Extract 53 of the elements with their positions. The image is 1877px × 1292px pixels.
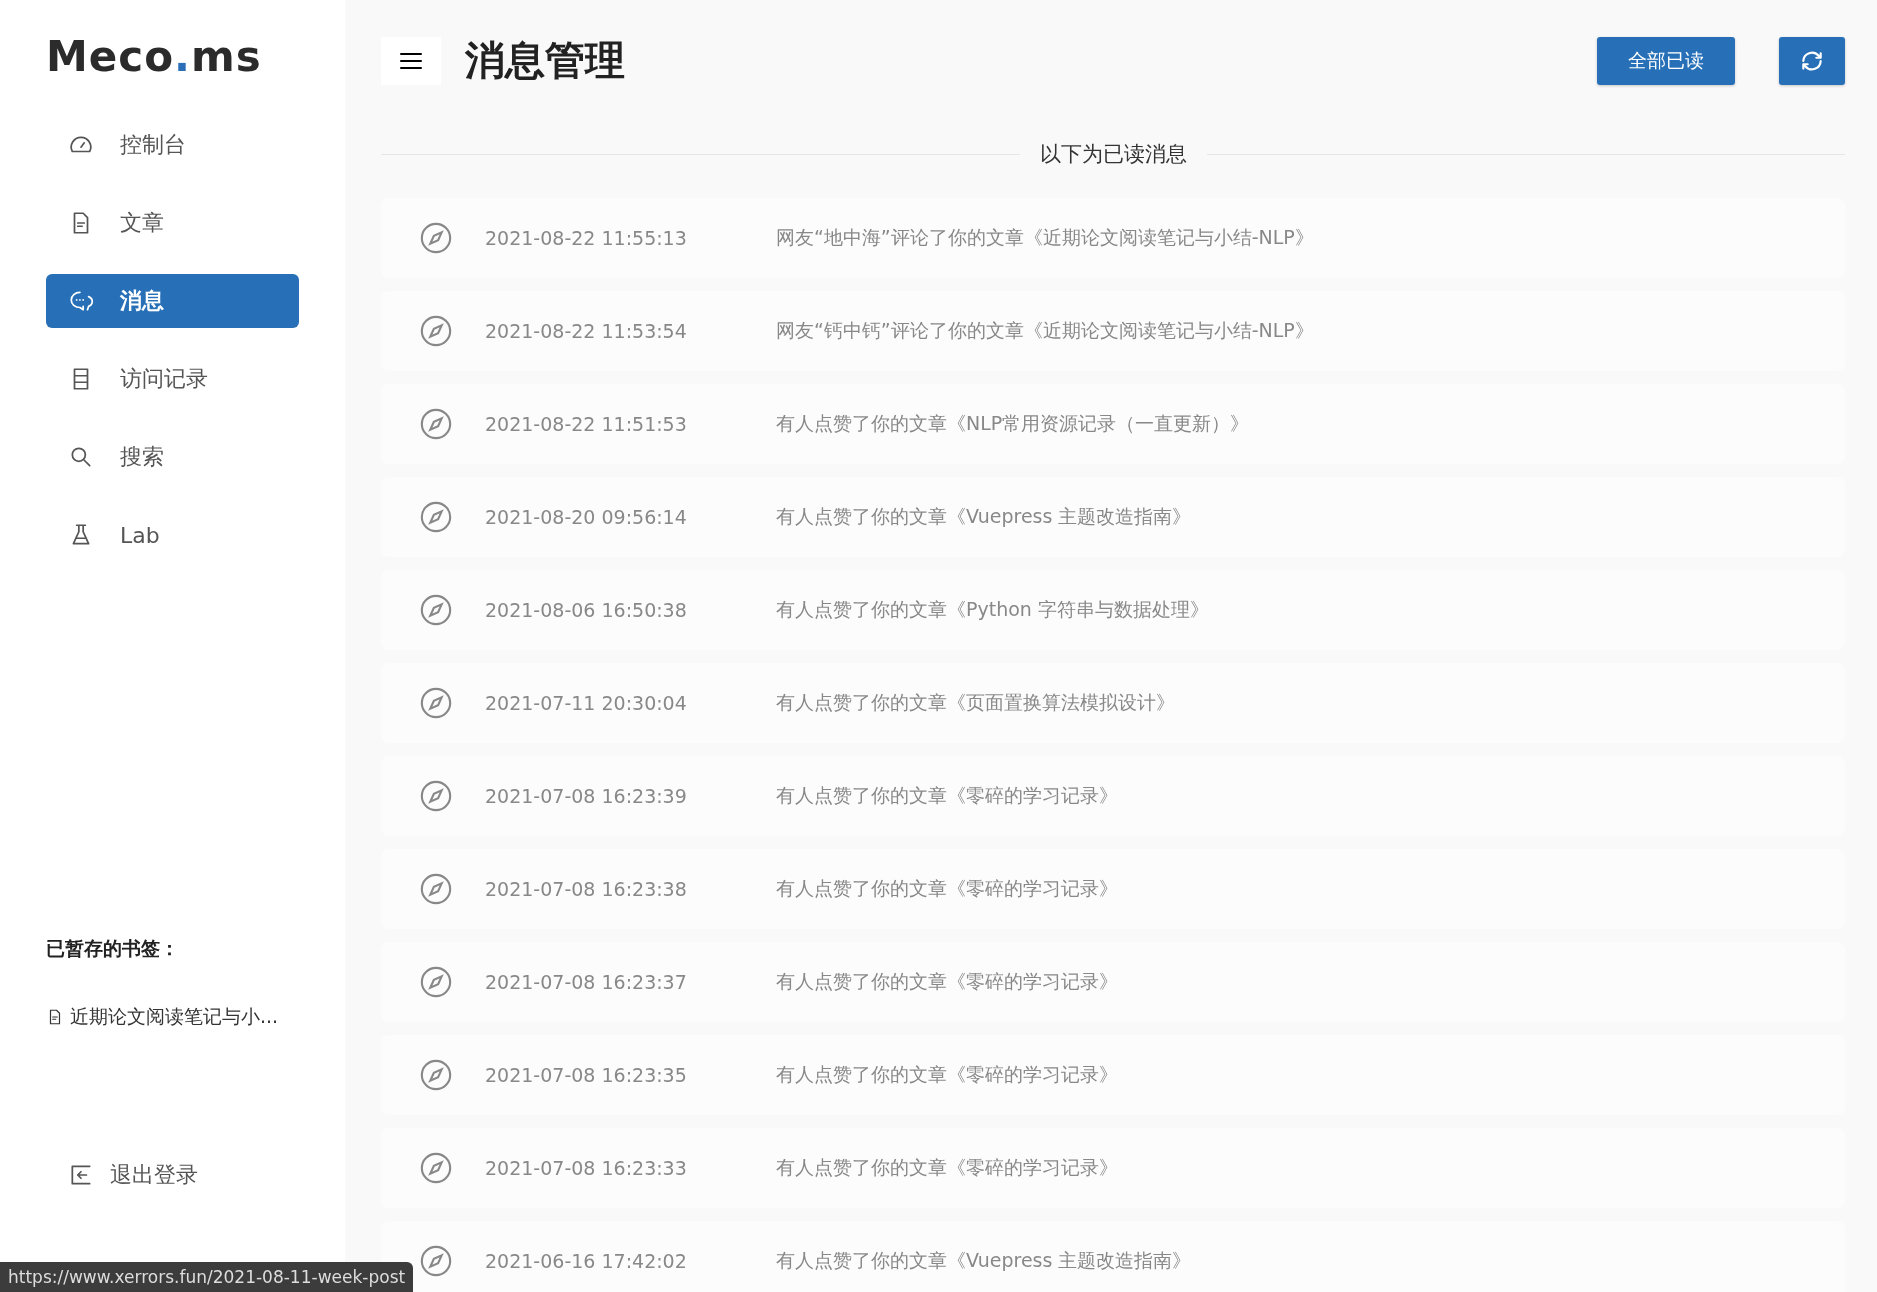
mark-all-read-button[interactable]: 全部已读 xyxy=(1597,36,1735,85)
compass-icon xyxy=(419,686,453,720)
compass-icon xyxy=(419,1244,453,1278)
message-time: 2021-07-08 16:23:38 xyxy=(485,878,688,900)
section-divider-label: 以下为已读消息 xyxy=(1039,141,1187,168)
compass-icon xyxy=(419,1058,453,1092)
message-time: 2021-07-08 16:23:37 xyxy=(485,971,688,993)
sidebar-item[interactable]: 控制台 xyxy=(46,118,299,172)
sidebar-item[interactable]: 访问记录 xyxy=(46,352,299,406)
compass-icon xyxy=(419,500,453,534)
sidebar-item[interactable]: 文章 xyxy=(46,196,299,250)
bookmarks-heading: 已暂存的书签： xyxy=(46,936,180,961)
refresh-button[interactable] xyxy=(1779,36,1845,85)
compass-icon xyxy=(419,872,453,906)
menu-button[interactable] xyxy=(381,36,441,85)
compass-icon xyxy=(419,314,453,348)
message-time: 2021-07-11 20:30:04 xyxy=(485,692,688,714)
message-text: 网友“地中海”评论了你的文章《近期论文阅读笔记与小结-NLP》 xyxy=(776,225,1314,250)
message-text: 有人点赞了你的文章《Vuepress 主题改造指南》 xyxy=(776,504,1192,529)
message-time: 2021-07-08 16:23:33 xyxy=(485,1157,688,1179)
message-time: 2021-08-06 16:50:38 xyxy=(485,599,688,621)
message-text: 有人点赞了你的文章《NLP常用资源记录（一直更新）》 xyxy=(776,411,1250,436)
message-text: 有人点赞了你的文章《零碎的学习记录》 xyxy=(776,969,1118,994)
message-text: 有人点赞了你的文章《零碎的学习记录》 xyxy=(776,783,1118,808)
message-text: 有人点赞了你的文章《零碎的学习记录》 xyxy=(776,1062,1118,1087)
message-text: 有人点赞了你的文章《Vuepress 主题改造指南》 xyxy=(776,1248,1192,1273)
page-title: 消息管理 xyxy=(465,36,626,85)
compass-icon xyxy=(419,965,453,999)
sidebar-item[interactable]: 搜索 xyxy=(46,430,299,484)
message-text: 有人点赞了你的文章《零碎的学习记录》 xyxy=(776,876,1118,901)
message-text: 网友“钙中钙”评论了你的文章《近期论文阅读笔记与小结-NLP》 xyxy=(776,318,1314,343)
compass-icon xyxy=(419,593,453,627)
sidebar-item[interactable]: Lab xyxy=(46,508,299,562)
sidebar-item[interactable]: 消息 xyxy=(46,274,299,328)
site-logo[interactable]: Meco.ms xyxy=(46,32,299,88)
message-text: 有人点赞了你的文章《页面置换算法模拟设计》 xyxy=(776,690,1175,715)
logout-link[interactable]: 退出登录 xyxy=(68,1160,299,1190)
compass-icon xyxy=(419,407,453,441)
message-text: 有人点赞了你的文章《零碎的学习记录》 xyxy=(776,1155,1118,1180)
message-time: 2021-07-08 16:23:39 xyxy=(485,785,688,807)
bookmark-link[interactable]: 近期论文阅读笔记与小... xyxy=(46,1004,299,1030)
message-time: 2021-08-20 09:56:14 xyxy=(485,506,688,528)
menu-icon xyxy=(400,51,422,70)
message-time: 2021-07-08 16:23:35 xyxy=(485,1064,688,1086)
message-time: 2021-08-22 11:55:13 xyxy=(485,227,688,249)
compass-icon xyxy=(419,1151,453,1185)
compass-icon xyxy=(419,221,453,255)
message-time: 2021-06-16 17:42:02 xyxy=(485,1250,688,1272)
compass-icon xyxy=(419,779,453,813)
link-url-tooltip: https://www.xerrors.fun/2021-08-11-week-post xyxy=(0,1262,414,1292)
message-time: 2021-08-22 11:51:53 xyxy=(485,413,688,435)
message-text: 有人点赞了你的文章《Python 字符串与数据处理》 xyxy=(776,597,1209,622)
message-time: 2021-08-22 11:53:54 xyxy=(485,320,688,342)
